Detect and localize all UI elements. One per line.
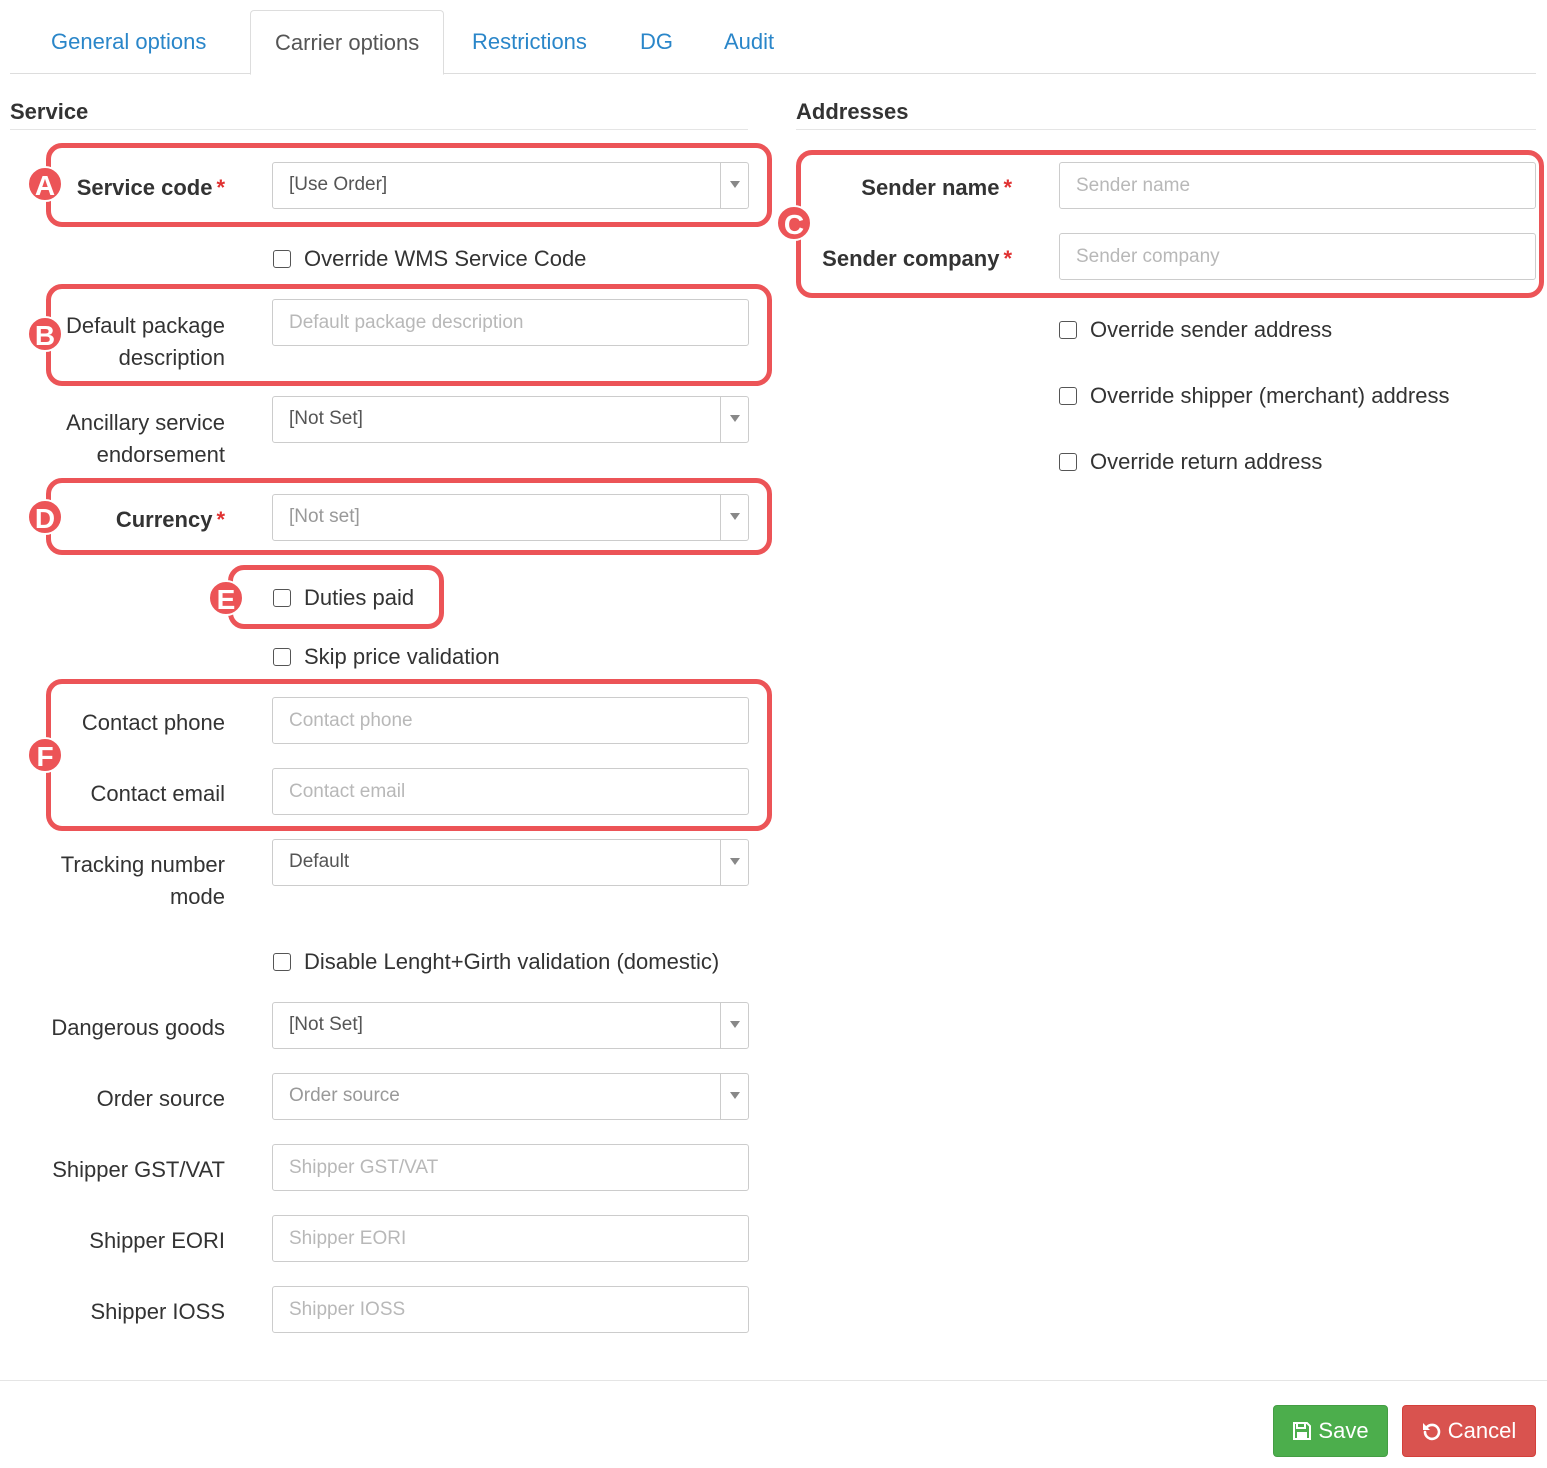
contact-email-input[interactable] — [272, 768, 749, 815]
override-return-checkbox[interactable] — [1059, 453, 1077, 471]
shipper-gst-label: Shipper GST/VAT — [52, 1157, 225, 1182]
override-return-label: Override return address — [1090, 449, 1323, 474]
order-source-select[interactable]: Order source — [272, 1073, 749, 1120]
skip-price-checkbox[interactable] — [273, 648, 291, 666]
order-source-value: Order source — [289, 1085, 400, 1106]
override-sender-label: Override sender address — [1090, 317, 1333, 342]
disable-lg-checkbox[interactable] — [273, 953, 291, 971]
annotation-badge-c: C — [776, 205, 812, 241]
override-shipper-checkbox-row[interactable]: Override shipper (merchant) address — [1059, 381, 1449, 411]
sender-company-input[interactable] — [1059, 233, 1536, 280]
footer-divider — [0, 1380, 1547, 1381]
shipper-ioss-input[interactable] — [272, 1286, 749, 1333]
order-source-label: Order source — [96, 1086, 225, 1111]
contact-email-label: Contact email — [90, 781, 225, 806]
contact-phone-input[interactable] — [272, 697, 749, 744]
annotation-badge-d: D — [27, 499, 63, 535]
save-button-label: Save — [1318, 1418, 1369, 1443]
sender-name-input[interactable] — [1059, 162, 1536, 209]
cancel-button-label: Cancel — [1447, 1418, 1517, 1443]
skip-price-checkbox-row[interactable]: Skip price validation — [273, 642, 500, 672]
shipper-eori-label: Shipper EORI — [89, 1228, 225, 1253]
override-wms-checkbox-row[interactable]: Override WMS Service Code — [273, 244, 586, 274]
override-wms-checkbox[interactable] — [273, 250, 291, 268]
sender-name-label: Sender name * — [861, 175, 1012, 200]
tab-carrier-options[interactable]: Carrier options — [250, 10, 445, 75]
service-section-title: Service — [10, 100, 748, 130]
default-package-input[interactable] — [272, 299, 749, 346]
dangerous-goods-value: [Not Set] — [289, 1014, 363, 1035]
tracking-mode-value: Default — [289, 851, 350, 872]
override-sender-checkbox-row[interactable]: Override sender address — [1059, 315, 1332, 345]
service-code-value: [Use Order] — [289, 174, 388, 195]
currency-value: [Not set] — [289, 506, 360, 527]
shipper-gst-input[interactable] — [272, 1144, 749, 1191]
skip-price-label: Skip price validation — [304, 644, 500, 669]
dangerous-goods-select[interactable]: [Not Set] — [272, 1002, 749, 1049]
ancillary-value: [Not Set] — [289, 408, 363, 429]
service-code-select[interactable]: [Use Order] — [272, 162, 749, 209]
override-shipper-checkbox[interactable] — [1059, 387, 1077, 405]
save-button[interactable]: Save — [1273, 1405, 1388, 1457]
duties-paid-checkbox[interactable] — [273, 589, 291, 607]
chevron-down-icon — [730, 415, 740, 422]
tracking-mode-select[interactable]: Default — [272, 839, 749, 886]
sender-company-label: Sender company * — [822, 246, 1012, 271]
override-shipper-label: Override shipper (merchant) address — [1090, 383, 1450, 408]
shipper-eori-input[interactable] — [272, 1215, 749, 1262]
chevron-down-icon — [730, 181, 740, 188]
override-return-checkbox-row[interactable]: Override return address — [1059, 447, 1322, 477]
shipper-ioss-label: Shipper IOSS — [90, 1299, 225, 1324]
tab-audit[interactable]: Audit — [700, 10, 798, 74]
contact-phone-label: Contact phone — [81, 710, 225, 735]
chevron-down-icon — [730, 858, 740, 865]
override-sender-checkbox[interactable] — [1059, 321, 1077, 339]
chevron-down-icon — [730, 513, 740, 520]
duties-paid-checkbox-row[interactable]: Duties paid — [273, 583, 414, 613]
duties-paid-label: Duties paid — [304, 585, 415, 610]
tab-dg[interactable]: DG — [616, 10, 697, 74]
tab-general-options[interactable]: General options — [27, 10, 230, 74]
chevron-down-icon — [730, 1021, 740, 1028]
tracking-mode-label: Tracking number mode — [60, 852, 225, 909]
annotation-badge-b: B — [27, 316, 63, 352]
override-wms-label: Override WMS Service Code — [304, 246, 587, 271]
ancillary-label: Ancillary service endorsement — [66, 410, 225, 467]
undo-icon — [1422, 1423, 1441, 1441]
currency-select[interactable]: [Not set] — [272, 494, 749, 541]
ancillary-select[interactable]: [Not Set] — [272, 396, 749, 443]
annotation-badge-e: E — [208, 580, 244, 616]
disable-lg-label: Disable Lenght+Girth validation (domesti… — [304, 949, 720, 974]
cancel-button[interactable]: Cancel — [1402, 1405, 1536, 1457]
dangerous-goods-label: Dangerous goods — [51, 1015, 225, 1040]
tab-bar: General options Carrier options Restrict… — [10, 10, 1536, 75]
tab-restrictions[interactable]: Restrictions — [448, 10, 611, 74]
addresses-section-title: Addresses — [796, 100, 1536, 130]
disable-lg-checkbox-row[interactable]: Disable Lenght+Girth validation (domesti… — [273, 947, 719, 977]
floppy-disk-icon — [1293, 1422, 1312, 1440]
chevron-down-icon — [730, 1092, 740, 1099]
annotation-badge-a: A — [27, 166, 63, 202]
annotation-badge-f: F — [27, 737, 63, 773]
